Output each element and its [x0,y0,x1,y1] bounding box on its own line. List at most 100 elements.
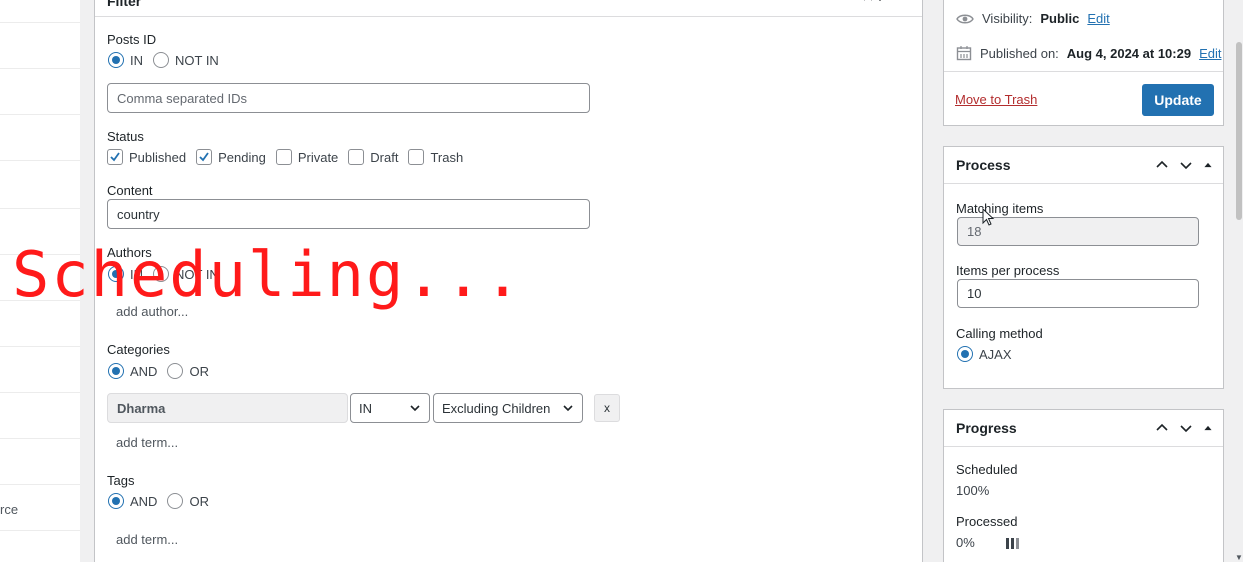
checkbox-checked-icon[interactable] [196,149,213,165]
items-per-process-input[interactable]: 10 [957,279,1199,308]
checkbox-pending[interactable]: Pending [196,149,266,165]
sidebar-divider [0,530,80,531]
progress-title: Progress [956,420,1017,436]
radio-posts-in[interactable]: IN [108,52,143,68]
loading-spinner-icon [1006,538,1020,550]
panel-controls [1155,158,1213,172]
add-tag-term-link[interactable]: add term... [116,532,178,547]
category-operator-select[interactable]: IN [350,393,430,423]
checkbox-checked-icon[interactable] [107,149,123,165]
radio-selected-icon[interactable] [108,266,124,282]
radio-tags-and[interactable]: AND [108,493,157,509]
authors-label: Authors [107,245,152,260]
sidebar-divider [0,160,80,161]
add-category-term-link[interactable]: add term... [116,435,178,450]
calendar-icon [956,46,972,61]
radio-selected-icon[interactable] [108,52,124,68]
sidebar-divider [0,254,80,255]
radio-ajax[interactable]: AJAX [957,346,1012,362]
edit-date-link[interactable]: Edit [1199,46,1221,61]
checkbox-published[interactable]: Published [107,149,186,165]
matching-items-label: Matching items [956,201,1044,216]
publish-panel: Visibility: Public Edit Published on: Au… [943,0,1224,126]
process-panel-header: Process [944,147,1223,184]
radio-tags-or[interactable]: OR [167,493,209,509]
status-label: Status [107,129,144,144]
chevron-down-icon[interactable] [1179,421,1193,435]
sidebar-divider [0,300,80,301]
content-input[interactable]: country [107,199,590,229]
categories-label: Categories [107,342,170,357]
sidebar-item-label[interactable]: rce [0,502,18,517]
items-per-process-label: Items per process [956,263,1060,278]
radio-selected-icon[interactable] [957,346,973,362]
status-checkbox-group: Published Pending Private Draft Trash [107,149,473,165]
sidebar-divider [0,438,80,439]
checkbox-icon[interactable] [348,149,365,165]
chevron-up-icon[interactable] [1155,158,1169,172]
radio-authors-in[interactable]: IN [108,266,143,282]
eye-icon [956,14,974,23]
posts-id-radio-group: IN NOT IN [108,52,229,68]
calling-method-label: Calling method [956,326,1043,341]
category-children-select[interactable]: Excluding Children [433,393,583,423]
progress-panel: Progress Scheduled 100% Processed 0% [943,409,1224,562]
sidebar-divider [0,346,80,347]
box-header-divider [95,16,922,17]
processed-value: 0% [956,535,975,550]
checkbox-trash[interactable]: Trash [408,149,463,165]
sidebar-divider [0,392,80,393]
process-title: Process [956,157,1011,173]
radio-selected-icon[interactable] [108,363,124,379]
remove-term-button[interactable]: x [594,394,620,422]
radio-icon[interactable] [153,52,169,68]
posts-id-label: Posts ID [107,32,157,47]
sidebar-divider [0,22,80,23]
move-to-trash-link[interactable]: Move to Trash [955,92,1037,107]
content-label: Content [107,183,153,198]
radio-posts-not-in[interactable]: NOT IN [153,52,219,68]
radio-selected-icon[interactable] [108,493,124,509]
chevron-down-icon [410,405,420,412]
admin-sidebar: rce [0,0,80,562]
posts-id-input[interactable]: Comma separated IDs [107,83,590,113]
mouse-cursor-icon [982,208,995,226]
add-author-link[interactable]: add author... [116,304,188,319]
toggle-panel-icon[interactable] [1203,160,1213,170]
edit-visibility-link[interactable]: Edit [1087,11,1109,26]
sidebar-divider [0,484,80,485]
update-button[interactable]: Update [1142,84,1214,116]
process-panel: Process Matching items 18 Items per proc… [943,146,1224,389]
scroll-down-arrow-icon[interactable]: ▼ [1235,553,1243,562]
filter-title: Filter [107,0,142,9]
published-row: Published on: Aug 4, 2024 at 10:29 Edit [956,45,1221,61]
page-scrollbar[interactable]: ▼ [1234,0,1243,562]
scheduled-value: 100% [956,483,990,498]
sidebar-divider [0,208,80,209]
collapse-controls-icon [864,0,882,2]
radio-icon[interactable] [167,363,184,379]
radio-authors-not-in[interactable]: NOT IN [153,266,219,282]
radio-categories-or[interactable]: OR [167,363,209,379]
category-term-field[interactable]: Dharma [107,393,348,423]
tags-label: Tags [107,473,135,488]
radio-icon[interactable] [153,266,169,282]
radio-categories-and[interactable]: AND [108,363,157,379]
checkbox-private[interactable]: Private [275,149,338,165]
sidebar-divider [0,114,80,115]
publish-divider [944,71,1223,72]
sidebar-divider [0,68,80,69]
box-controls[interactable] [862,0,892,5]
processed-row: 0% [956,535,1020,550]
scrollbar-thumb[interactable] [1236,42,1242,220]
chevron-up-icon[interactable] [1155,421,1169,435]
checkbox-icon[interactable] [275,149,292,165]
chevron-down-icon[interactable] [1179,158,1193,172]
radio-icon[interactable] [167,493,184,509]
checkbox-icon[interactable] [408,149,425,165]
progress-panel-header: Progress [944,410,1223,447]
checkbox-draft[interactable]: Draft [348,149,398,165]
processed-label: Processed [956,514,1018,529]
visibility-row: Visibility: Public Edit [956,11,1110,26]
toggle-panel-icon[interactable] [1203,423,1213,433]
